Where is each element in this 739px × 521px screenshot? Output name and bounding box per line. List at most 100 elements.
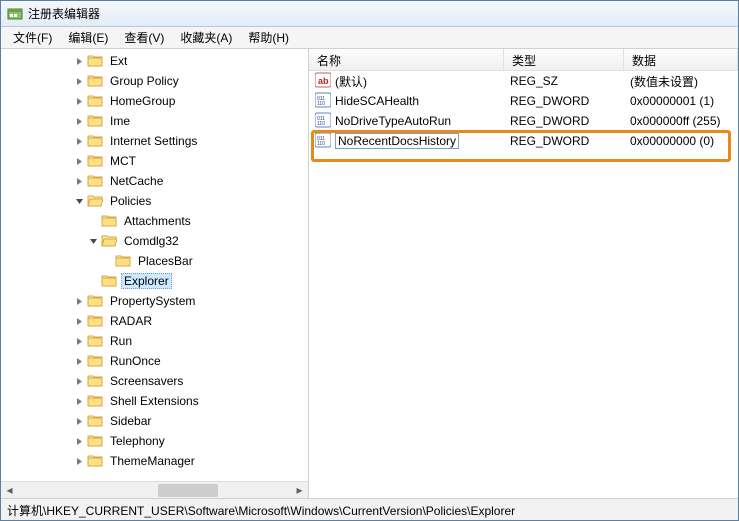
tree-item-label[interactable]: RunOnce (107, 353, 164, 369)
menu-bar: 文件(F) 编辑(E) 查看(V) 收藏夹(A) 帮助(H) (1, 27, 738, 49)
folder-icon (87, 293, 107, 310)
content-area: Ext Group Policy HomeGroup Ime Internet Sett… (1, 49, 738, 498)
expand-icon[interactable] (73, 295, 85, 307)
tree-item-label[interactable]: HomeGroup (107, 93, 178, 109)
menu-view[interactable]: 查看(V) (116, 27, 172, 48)
tree-item[interactable]: Shell Extensions (3, 391, 308, 411)
value-row[interactable]: NoRecentDocsHistoryREG_DWORD0x00000000 (… (309, 131, 738, 151)
collapse-icon[interactable] (73, 195, 85, 207)
value-data: 0x00000000 (0) (624, 134, 738, 148)
column-type[interactable]: 类型 (504, 49, 624, 70)
tree-item-label[interactable]: Policies (107, 193, 154, 209)
tree-item[interactable]: Comdlg32 (3, 231, 308, 251)
expand-icon[interactable] (73, 135, 85, 147)
scroll-thumb[interactable] (158, 484, 218, 497)
tree-item[interactable]: Explorer (3, 271, 308, 291)
expand-icon[interactable] (73, 115, 85, 127)
title-bar: 注册表编辑器 (1, 1, 738, 27)
folder-icon (87, 113, 107, 130)
folder-icon (87, 433, 107, 450)
expand-icon[interactable] (73, 455, 85, 467)
value-name[interactable]: NoRecentDocsHistory (335, 133, 459, 149)
scroll-left-button[interactable]: ◂ (1, 482, 18, 498)
tree-item-label[interactable]: Ext (107, 53, 130, 69)
tree-item[interactable]: Group Policy (3, 71, 308, 91)
expand-icon[interactable] (73, 315, 85, 327)
expand-icon[interactable] (73, 415, 85, 427)
value-name: NoDriveTypeAutoRun (335, 114, 451, 128)
window-title: 注册表编辑器 (28, 5, 100, 22)
tree-item-label[interactable]: NetCache (107, 173, 166, 189)
tree-item[interactable]: NetCache (3, 171, 308, 191)
value-type: REG_DWORD (504, 94, 624, 108)
expand-icon[interactable] (73, 155, 85, 167)
tree-item[interactable]: Run (3, 331, 308, 351)
tree-item-label[interactable]: Screensavers (107, 373, 186, 389)
tree-item-label[interactable]: Internet Settings (107, 133, 200, 149)
expand-icon[interactable] (73, 95, 85, 107)
expand-icon[interactable] (73, 355, 85, 367)
tree-item[interactable]: PropertySystem (3, 291, 308, 311)
tree-item[interactable]: PlacesBar (3, 251, 308, 271)
tree-item[interactable]: MCT (3, 151, 308, 171)
folder-icon (87, 153, 107, 170)
scroll-right-button[interactable]: ▸ (291, 482, 308, 498)
tree-item-label[interactable]: PropertySystem (107, 293, 198, 309)
menu-edit[interactable]: 编辑(E) (60, 27, 116, 48)
value-data: 0x000000ff (255) (624, 114, 738, 128)
folder-icon (87, 313, 107, 330)
tree-item-label[interactable]: Telephony (107, 433, 168, 449)
tree-item[interactable]: Ime (3, 111, 308, 131)
list-pane[interactable]: 名称 类型 数据 (默认)REG_SZ(数值未设置)HideSCAHealthR… (309, 49, 738, 498)
expand-icon[interactable] (73, 55, 85, 67)
tree-item-label[interactable]: Sidebar (107, 413, 154, 429)
folder-icon (87, 193, 107, 210)
folder-icon (87, 333, 107, 350)
tree-item[interactable]: Policies (3, 191, 308, 211)
tree-horizontal-scrollbar[interactable]: ◂ ▸ (1, 481, 308, 498)
expand-icon[interactable] (73, 175, 85, 187)
expand-icon[interactable] (73, 335, 85, 347)
tree-item-label[interactable]: Shell Extensions (107, 393, 202, 409)
tree-item[interactable]: Screensavers (3, 371, 308, 391)
tree-item-label[interactable]: Ime (107, 113, 133, 129)
column-name[interactable]: 名称 (309, 49, 504, 70)
tree-item-label[interactable]: Group Policy (107, 73, 182, 89)
tree-item[interactable]: HomeGroup (3, 91, 308, 111)
tree-item-label[interactable]: MCT (107, 153, 139, 169)
tree-item-label[interactable]: PlacesBar (135, 253, 196, 269)
tree-item[interactable]: Attachments (3, 211, 308, 231)
folder-icon (101, 213, 121, 230)
status-path: 计算机\HKEY_CURRENT_USER\Software\Microsoft… (7, 504, 515, 518)
tree-item[interactable]: Ext (3, 51, 308, 71)
tree-item[interactable]: Telephony (3, 431, 308, 451)
tree-item-label[interactable]: ThemeManager (107, 453, 198, 469)
menu-help[interactable]: 帮助(H) (240, 27, 297, 48)
tree-item-label[interactable]: Run (107, 333, 135, 349)
expand-icon[interactable] (73, 375, 85, 387)
tree-item[interactable]: ThemeManager (3, 451, 308, 471)
expand-icon[interactable] (73, 395, 85, 407)
tree-item[interactable]: RunOnce (3, 351, 308, 371)
value-data: 0x00000001 (1) (624, 94, 738, 108)
expand-icon[interactable] (73, 435, 85, 447)
menu-file[interactable]: 文件(F) (5, 27, 60, 48)
tree-pane[interactable]: Ext Group Policy HomeGroup Ime Internet Sett… (1, 49, 309, 498)
tree-item-label[interactable]: Attachments (121, 213, 194, 229)
tree-item-label[interactable]: RADAR (107, 313, 155, 329)
string-value-icon (315, 72, 335, 91)
collapse-icon[interactable] (87, 235, 99, 247)
tree-item[interactable]: Sidebar (3, 411, 308, 431)
tree-item[interactable]: RADAR (3, 311, 308, 331)
column-data[interactable]: 数据 (624, 49, 738, 70)
value-row[interactable]: HideSCAHealthREG_DWORD0x00000001 (1) (309, 91, 738, 111)
expand-icon[interactable] (73, 75, 85, 87)
value-row[interactable]: NoDriveTypeAutoRunREG_DWORD0x000000ff (2… (309, 111, 738, 131)
menu-favorites[interactable]: 收藏夹(A) (172, 27, 240, 48)
value-row[interactable]: (默认)REG_SZ(数值未设置) (309, 71, 738, 91)
status-bar: 计算机\HKEY_CURRENT_USER\Software\Microsoft… (1, 498, 738, 520)
tree-item-label[interactable]: Explorer (121, 273, 172, 289)
tree-item-label[interactable]: Comdlg32 (121, 233, 182, 249)
binary-value-icon (315, 132, 335, 151)
tree-item[interactable]: Internet Settings (3, 131, 308, 151)
